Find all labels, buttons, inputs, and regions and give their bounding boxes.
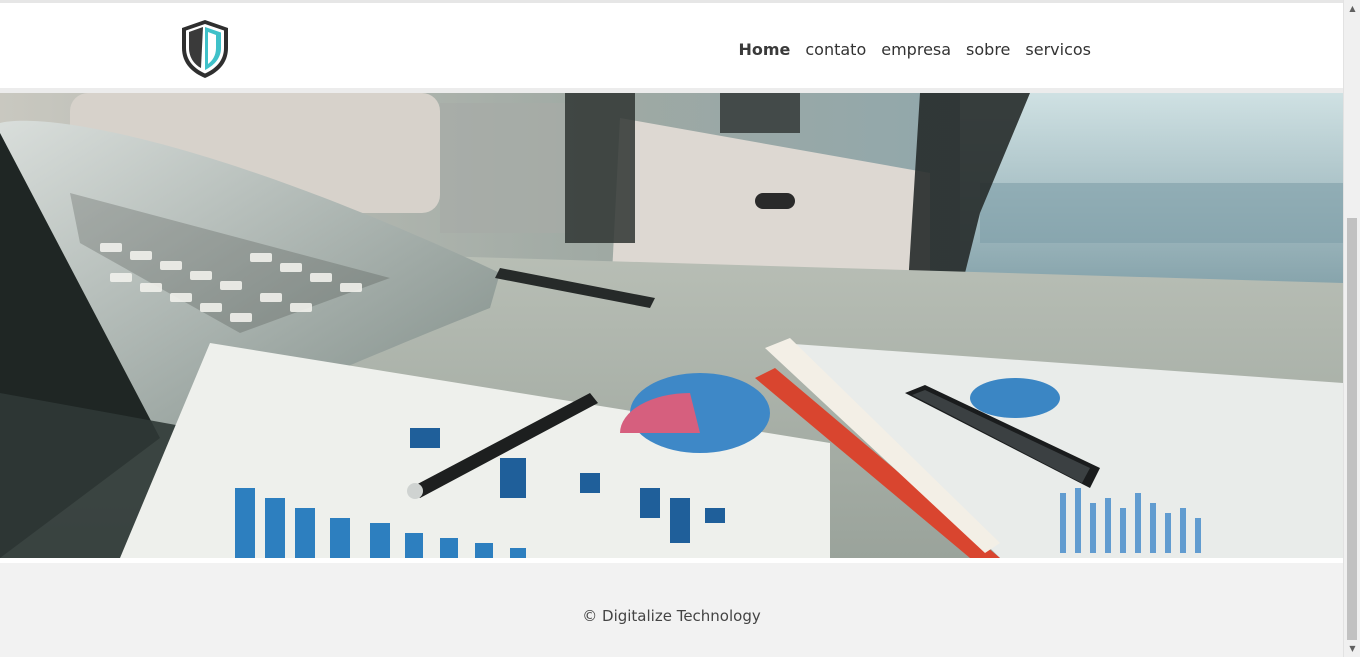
nav-home[interactable]: Home bbox=[738, 40, 790, 59]
shield-icon bbox=[182, 20, 228, 78]
vertical-scrollbar[interactable]: ▲ ▼ bbox=[1343, 0, 1360, 657]
main-nav: Home contato empresa sobre servicos bbox=[738, 40, 1091, 59]
chevron-up-icon[interactable]: ▲ bbox=[1344, 0, 1360, 17]
page: Home contato empresa sobre servicos © Di… bbox=[0, 0, 1360, 657]
hero-banner bbox=[0, 93, 1343, 558]
logo[interactable] bbox=[179, 18, 231, 80]
nav-servicos[interactable]: servicos bbox=[1025, 40, 1091, 59]
chevron-down-icon[interactable]: ▼ bbox=[1344, 640, 1360, 657]
nav-empresa[interactable]: empresa bbox=[881, 40, 951, 59]
hero-image bbox=[0, 93, 1343, 558]
copyright-text: © Digitalize Technology bbox=[582, 607, 761, 625]
site-header: Home contato empresa sobre servicos bbox=[0, 3, 1343, 88]
nav-sobre[interactable]: sobre bbox=[966, 40, 1010, 59]
site-footer: © Digitalize Technology bbox=[0, 563, 1343, 657]
scroll-thumb[interactable] bbox=[1347, 218, 1357, 640]
nav-contato[interactable]: contato bbox=[805, 40, 866, 59]
